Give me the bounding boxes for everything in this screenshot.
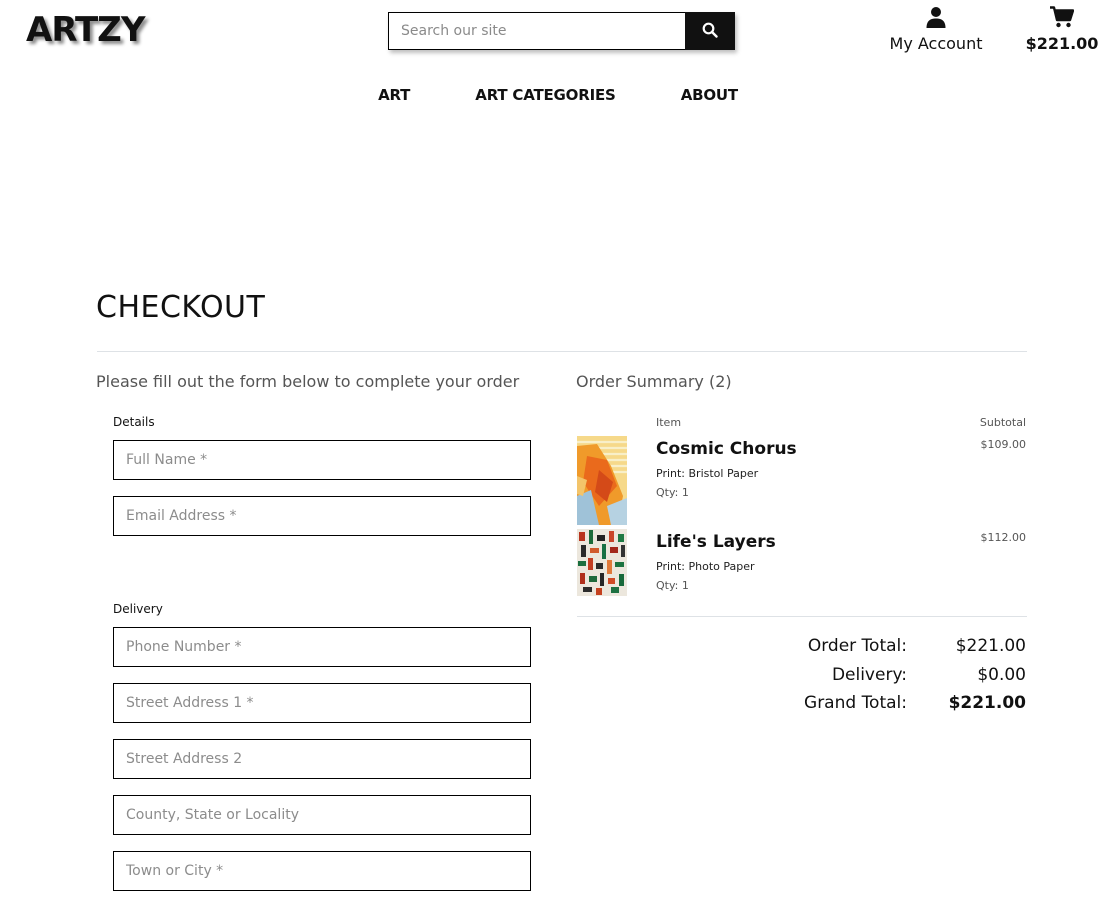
street-address-1-field[interactable] xyxy=(113,683,531,723)
grand-total-value: $221.00 xyxy=(948,693,1026,713)
item-name: Life's Layers xyxy=(656,532,776,552)
main-nav: ART ART CATEGORIES ABOUT xyxy=(0,85,1116,104)
page-title: CHECKOUT xyxy=(96,290,266,325)
cart-total: $221.00 xyxy=(1025,34,1099,53)
town-city-field[interactable] xyxy=(113,851,531,891)
item-name: Cosmic Chorus xyxy=(656,439,797,459)
item-column-header: Item xyxy=(656,416,682,429)
county-field[interactable] xyxy=(113,795,531,835)
item-quantity: Qty: 1 xyxy=(656,486,689,499)
email-field[interactable] xyxy=(113,496,531,536)
item-subtotal: $112.00 xyxy=(980,531,1027,544)
item-print-type: Print: Bristol Paper xyxy=(656,467,759,480)
grand-total-label: Grand Total: xyxy=(804,693,907,713)
phone-field[interactable] xyxy=(113,627,531,667)
nav-art[interactable]: ART xyxy=(378,86,410,104)
details-label: Details xyxy=(113,415,155,429)
street-address-2-field[interactable] xyxy=(113,739,531,779)
full-name-field[interactable] xyxy=(113,440,531,480)
item-subtotal: $109.00 xyxy=(980,438,1027,451)
nav-about[interactable]: ABOUT xyxy=(681,86,738,104)
cart-icon xyxy=(1050,6,1075,32)
order-total-value: $221.00 xyxy=(955,636,1026,656)
summary-divider xyxy=(577,616,1027,617)
item-image-lifes-layers[interactable] xyxy=(577,529,627,596)
user-icon xyxy=(926,6,946,32)
order-summary-title: Order Summary (2) xyxy=(576,372,732,391)
search-bar xyxy=(388,12,735,50)
search-input[interactable] xyxy=(388,12,685,50)
subtotal-column-header: Subtotal xyxy=(979,416,1026,429)
nav-art-categories[interactable]: ART CATEGORIES xyxy=(475,86,616,104)
search-icon xyxy=(702,22,718,41)
my-account-link[interactable]: My Account xyxy=(880,6,992,53)
my-account-label: My Account xyxy=(889,34,983,53)
title-divider xyxy=(97,351,1027,352)
cart-link[interactable]: $221.00 xyxy=(1020,6,1104,53)
delivery-cost-label: Delivery: xyxy=(831,665,907,685)
search-button[interactable] xyxy=(685,12,735,50)
delivery-label: Delivery xyxy=(113,602,163,616)
delivery-cost-value: $0.00 xyxy=(977,665,1026,685)
item-image-cosmic-chorus[interactable] xyxy=(577,436,627,525)
order-total-label: Order Total: xyxy=(807,636,907,656)
item-print-type: Print: Photo Paper xyxy=(656,560,755,573)
site-logo[interactable]: ARTZY xyxy=(26,10,145,50)
item-quantity: Qty: 1 xyxy=(656,579,689,592)
form-intro-text: Please fill out the form below to comple… xyxy=(96,372,520,391)
